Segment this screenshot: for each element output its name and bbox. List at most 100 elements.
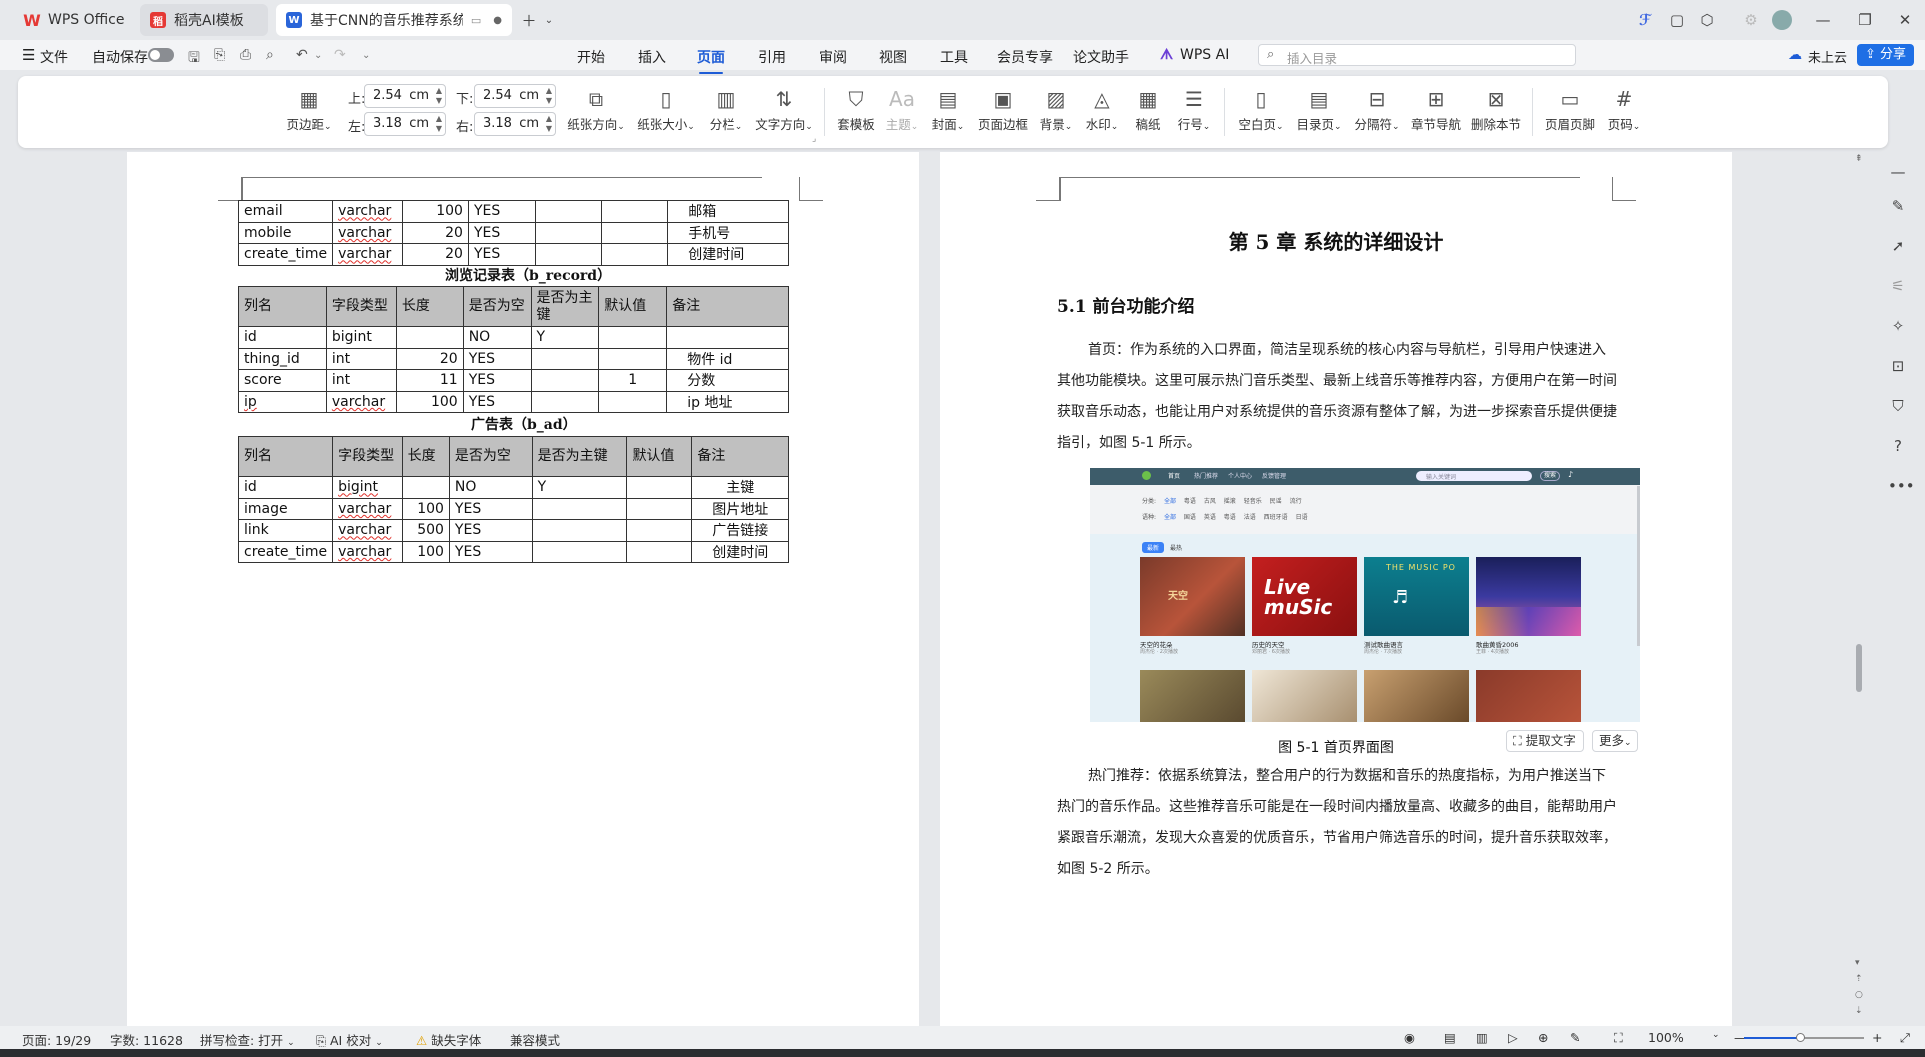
minimize-icon[interactable]: — — [1810, 8, 1836, 32]
edit-view-icon[interactable]: ✎ — [1570, 1030, 1580, 1045]
prev-page-icon[interactable]: ⇡ — [1855, 974, 1863, 984]
chevron-down-icon[interactable]: ⌄ — [1712, 1030, 1720, 1040]
spinner-arrows-icon[interactable]: ▲ ▼ — [436, 86, 442, 106]
watermark-button[interactable]: ◬ 水印⌄ — [1082, 84, 1122, 144]
select-cursor-icon[interactable]: ➚ — [1888, 236, 1908, 256]
section-nav-button[interactable]: ⊞ 章节导航 — [1410, 84, 1462, 144]
bottom-margin-input[interactable]: 2.54 cm ▲ ▼ — [474, 84, 556, 108]
dialog-launcher-icon[interactable]: ⌟ — [812, 134, 816, 144]
adjust-icon[interactable]: ⚟ — [1888, 276, 1908, 296]
page-indicator[interactable]: 页面: 19/29 — [22, 1030, 91, 1049]
text-direction-button[interactable]: ⇅ 文字方向⌄ — [754, 84, 814, 144]
hamburger-icon[interactable]: ☰ — [22, 46, 35, 64]
tab-document[interactable]: W 基于CNN的音乐推荐系统设计 ▭ ● — [276, 4, 512, 36]
zoom-slider-thumb[interactable] — [1796, 1033, 1805, 1042]
autosave-toggle[interactable] — [148, 48, 174, 62]
tab-list-chevron-icon[interactable]: ⌄ — [536, 8, 562, 32]
avatar[interactable] — [1772, 10, 1792, 30]
extract-text-button[interactable]: ⛶ 提取文字 — [1506, 730, 1584, 752]
background-button[interactable]: ▨ 背景⌄ — [1036, 84, 1076, 144]
print-icon[interactable]: ⎙ — [240, 47, 251, 63]
orientation-button[interactable]: ⧉ 纸张方向⌄ — [566, 84, 626, 144]
outline-view-icon[interactable]: ▥ — [1476, 1030, 1488, 1045]
next-page-icon[interactable]: ⇣ — [1855, 1006, 1863, 1016]
cloud-status[interactable]: 未上云 — [1808, 47, 1847, 66]
delete-section-button[interactable]: ⊠ 删除本节 — [1470, 84, 1522, 144]
top-margin-input[interactable]: 2.54 cm ▲ ▼ — [364, 84, 446, 108]
ai-check[interactable]: ⎘ AI 校对 ⌄ — [316, 1030, 383, 1049]
menu-item-insert[interactable]: 插入 — [638, 47, 666, 67]
select-browse-icon[interactable]: ○ — [1855, 990, 1863, 1000]
cover-button[interactable]: ▤ 封面⌄ — [928, 84, 968, 144]
web-view-icon[interactable]: ⊕ — [1538, 1030, 1548, 1045]
manuscript-button[interactable]: ▦ 稿纸 — [1128, 84, 1168, 144]
scroll-down-icon[interactable]: ▾ — [1855, 958, 1860, 968]
translate-icon[interactable]: ⊡ — [1888, 356, 1908, 376]
page-number-button[interactable]: # 页码⌄ — [1602, 84, 1646, 144]
separator-button[interactable]: ⊟ 分隔符⌄ — [1352, 84, 1402, 144]
page-border-button[interactable]: ▣ 页面边框 — [976, 84, 1030, 144]
theme-button[interactable]: Aa 主题⌄ — [882, 84, 922, 144]
spinner-arrows-icon[interactable]: ▲ ▼ — [436, 114, 442, 134]
menu-item-review[interactable]: 审阅 — [819, 47, 847, 67]
magic-icon[interactable]: ✧ — [1888, 316, 1908, 336]
close-icon[interactable]: ✕ — [1892, 8, 1918, 32]
compat-mode[interactable]: 兼容模式 — [510, 1030, 560, 1049]
vertical-scrollbar[interactable]: ⇞ ▾ ⇡ ○ ⇣ — [1852, 152, 1866, 1026]
fullscreen-icon[interactable]: ⤢ — [1900, 1030, 1910, 1046]
undo-icon[interactable]: ↶ — [296, 47, 308, 63]
print-preview-icon[interactable]: ⌕ — [266, 47, 274, 63]
help-icon[interactable]: ? — [1888, 436, 1908, 456]
margins-button[interactable]: ▦ 页边距⌄ — [284, 84, 334, 144]
fit-page-icon[interactable]: ⛶ — [1614, 1030, 1623, 1046]
eye-icon[interactable]: ◉ — [1404, 1030, 1415, 1045]
line-number-button[interactable]: ☰ 行号⌄ — [1174, 84, 1214, 144]
redo-icon[interactable]: ↷ — [334, 47, 346, 63]
apps-icon[interactable]: ℱ — [1632, 8, 1658, 32]
menu-item-page[interactable]: 页面 — [697, 47, 725, 74]
settings-icon[interactable]: ⚙ — [1738, 8, 1764, 32]
unsaved-dot-icon[interactable]: ● — [493, 15, 502, 26]
export-icon[interactable]: ⎘ — [214, 47, 225, 63]
cube-icon[interactable]: ⬡ — [1694, 8, 1720, 32]
columns-button[interactable]: ▥ 分栏⌄ — [706, 84, 746, 144]
file-menu[interactable]: 文件 — [40, 47, 68, 67]
restore-icon[interactable]: ❐ — [1852, 8, 1878, 32]
scroll-up-icon[interactable]: ⇞ — [1855, 154, 1863, 164]
menu-item-reference[interactable]: 引用 — [758, 47, 786, 67]
more-button[interactable]: 更多⌄ — [1592, 730, 1638, 752]
zoom-level[interactable]: 100% — [1648, 1030, 1684, 1045]
spell-check[interactable]: 拼写检查: 打开 ⌄ — [200, 1030, 295, 1049]
more-chevron-icon[interactable]: ⌄ — [362, 50, 370, 61]
zoom-in-icon[interactable]: + — [1872, 1030, 1882, 1045]
undo-chevron-icon[interactable]: ⌄ — [314, 50, 322, 61]
search-box[interactable]: ⌕ 插入目录 — [1258, 44, 1576, 66]
tab-wps-office[interactable]: W WPS Office — [14, 4, 132, 36]
menu-item-view[interactable]: 视图 — [879, 47, 907, 67]
tab-docer[interactable]: 稻 稻壳AI模板 — [140, 4, 268, 36]
header-footer-button[interactable]: ▭ 页眉页脚 — [1544, 84, 1596, 144]
more-icon[interactable]: ••• — [1888, 476, 1915, 496]
left-margin-input[interactable]: 3.18 cm ▲ ▼ — [364, 112, 446, 136]
scrollbar-thumb[interactable] — [1856, 644, 1862, 692]
menu-item-thesis[interactable]: 论文助手 — [1073, 47, 1129, 67]
play-icon[interactable]: ▷ — [1508, 1030, 1518, 1045]
right-margin-input[interactable]: 3.18 cm ▲ ▼ — [474, 112, 556, 136]
spinner-arrows-icon[interactable]: ▲ ▼ — [546, 86, 552, 106]
zoom-slider[interactable] — [1744, 1033, 1864, 1042]
toc-page-button[interactable]: ▤ 目录页⌄ — [1294, 84, 1344, 144]
menu-item-wps-ai[interactable]: WPS AI — [1180, 47, 1229, 63]
page-view-icon[interactable]: ▤ — [1444, 1030, 1456, 1045]
template-button[interactable]: ⛉ 套模板 — [836, 84, 876, 144]
collapse-rail-icon[interactable]: — — [1888, 162, 1908, 182]
menu-item-start[interactable]: 开始 — [577, 47, 605, 67]
shirt-rail-icon[interactable]: ⛉ — [1888, 396, 1908, 416]
blank-page-button[interactable]: ▯ 空白页⌄ — [1236, 84, 1286, 144]
missing-font[interactable]: ⚠ 缺失字体 — [416, 1030, 481, 1049]
menu-item-member[interactable]: 会员专享 — [997, 47, 1053, 67]
share-button[interactable]: ⇪ 分享 — [1857, 44, 1914, 66]
window-icon[interactable]: ▢ — [1664, 8, 1690, 32]
spinner-arrows-icon[interactable]: ▲ ▼ — [546, 114, 552, 134]
save-icon[interactable]: 🖫 — [188, 47, 200, 71]
pen-icon[interactable]: ✎ — [1888, 196, 1908, 216]
